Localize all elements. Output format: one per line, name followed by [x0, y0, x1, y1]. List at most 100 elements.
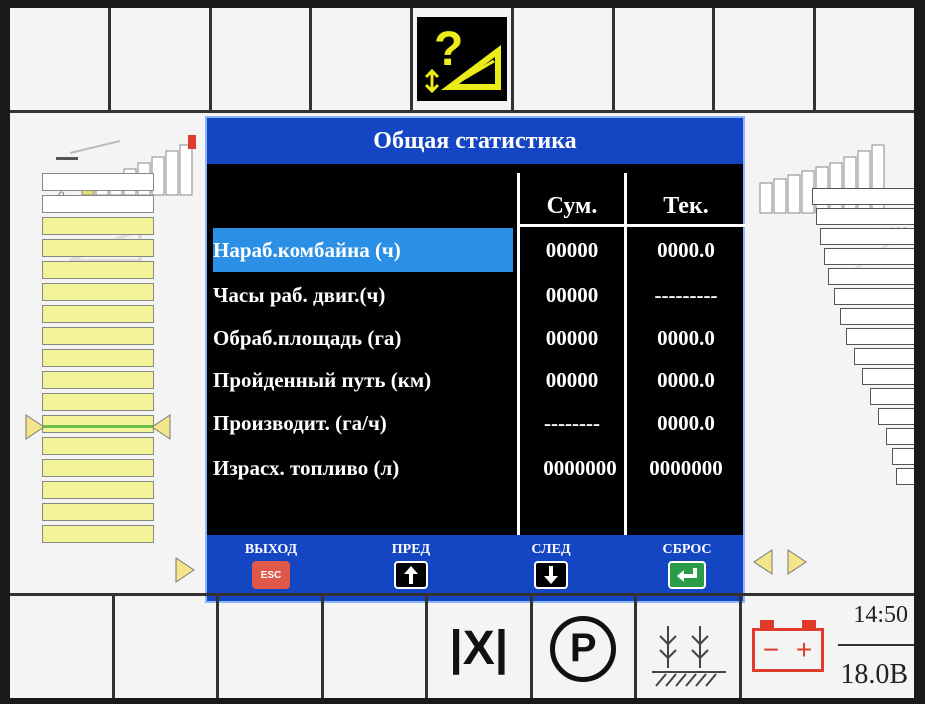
gauge-segment	[878, 408, 914, 425]
reset-button[interactable]: СБРОС	[647, 541, 727, 589]
parking-symbol: P	[569, 626, 597, 670]
stat-sum-value: 00000	[545, 325, 599, 350]
right-marker-right-icon	[787, 549, 807, 575]
stat-label: Нараб.комбайна (ч)	[213, 228, 513, 272]
stat-sum-value: 0000000	[543, 455, 617, 480]
prev-button[interactable]: ПРЕД	[371, 541, 451, 589]
stat-row[interactable]: Часы раб. двиг.(ч) 00000 ---------	[207, 273, 747, 317]
stat-sum-value: --------	[544, 410, 600, 435]
gauge-segment	[42, 305, 154, 323]
top-slot-2	[111, 8, 212, 110]
neutral-gear-symbol: |X|	[449, 622, 509, 675]
battery-minus: −	[762, 634, 780, 665]
gauge-segment	[896, 468, 914, 485]
gauge-segment	[42, 261, 154, 279]
gauge-segment	[834, 288, 914, 305]
enter-key-icon	[668, 561, 706, 589]
gauge-segment	[42, 525, 154, 543]
bottom-slot-2	[115, 596, 219, 698]
gauge-segment	[42, 195, 154, 213]
next-button[interactable]: СЛЕД	[511, 541, 591, 589]
stat-row[interactable]: Производит. (га/ч) -------- 0000.0	[207, 401, 747, 445]
bottom-slot-1	[10, 596, 115, 698]
gauge-segment	[42, 393, 154, 411]
bottom-status-strip: |X| P − + 14:50 18.0В	[10, 593, 914, 698]
gauge-segment	[892, 448, 914, 465]
stat-label: Обраб.площадь (га)	[213, 325, 402, 350]
exit-button[interactable]: ВЫХОД ESC	[231, 541, 311, 589]
gauge-segment	[828, 268, 914, 285]
gauge-segment	[870, 388, 914, 405]
stat-row[interactable]: Обраб.площадь (га) 00000 0000.0	[207, 316, 747, 360]
gauge-segment	[42, 437, 154, 455]
top-slot-warning: ?	[413, 8, 514, 110]
left-level-gauge	[42, 173, 154, 547]
stat-label: Производит. (га/ч)	[213, 410, 387, 435]
top-slot-8	[715, 8, 817, 110]
gauge-segment	[42, 481, 154, 499]
gauge-segment	[862, 368, 914, 385]
left-marker-right-icon	[25, 414, 45, 440]
stat-current-value: 0000.0	[657, 237, 715, 262]
crop-field-icon	[637, 596, 742, 698]
gauge-segment	[816, 208, 914, 225]
gauge-segment	[42, 503, 154, 521]
top-indicator-strip: ?	[10, 8, 914, 113]
column-header-sum: Сум.	[546, 192, 598, 219]
stat-current-value: 0000.0	[657, 325, 715, 350]
stat-sum-value: 00000	[545, 367, 599, 392]
stat-current-value: 0000000	[649, 455, 723, 480]
left-bottom-marker-icon	[175, 557, 195, 583]
top-slot-6	[514, 8, 615, 110]
gauge-segment	[42, 371, 154, 389]
arrow-up-icon	[394, 561, 428, 589]
battery-voltage: 18.0В	[840, 659, 909, 690]
stat-current-value: 0000.0	[657, 367, 715, 392]
gauge-segment	[840, 308, 914, 325]
gauge-segment	[42, 327, 154, 345]
display-screen: ? 0	[10, 8, 914, 698]
stat-row[interactable]: Израсх. топливо (л) 0000000 0000000	[207, 446, 747, 490]
top-slot-7	[615, 8, 716, 110]
gauge-segment	[824, 248, 914, 265]
top-slot-1	[10, 8, 111, 110]
stat-row[interactable]: Нараб.комбайна (ч) 00000 0000.0	[207, 228, 747, 272]
column-header-current: Тек.	[663, 192, 709, 219]
gauge-segment	[42, 349, 154, 367]
top-slot-3	[212, 8, 313, 110]
right-marker-left-icon	[753, 549, 773, 575]
help-warning-icon: ?	[417, 17, 508, 101]
gauge-segment	[854, 348, 914, 365]
gauge-segment	[42, 173, 154, 191]
stat-sum-value: 00000	[545, 282, 599, 307]
stat-sum-value: 00000	[545, 237, 599, 262]
prev-button-label: ПРЕД	[391, 542, 431, 557]
stat-label: Израсх. топливо (л)	[213, 455, 400, 480]
clock-time: 14:50	[853, 602, 909, 628]
parking-brake-icon: P	[533, 596, 637, 698]
top-slot-4	[312, 8, 414, 110]
reset-button-label: СБРОС	[662, 542, 712, 557]
neutral-gear-icon: |X|	[428, 596, 533, 698]
esc-key-icon: ESC	[252, 561, 290, 589]
top-slot-9	[816, 8, 914, 110]
gauge-segment	[846, 328, 914, 345]
bottom-slot-4	[324, 596, 428, 698]
gauge-segment	[42, 283, 154, 301]
arrow-down-icon	[534, 561, 568, 589]
left-marker-left-icon	[151, 414, 171, 440]
stat-row[interactable]: Пройденный путь (км) 00000 0000.0	[207, 358, 747, 402]
clock-divider	[837, 644, 914, 646]
gauge-segment	[886, 428, 914, 445]
gauge-segment	[820, 228, 914, 245]
next-button-label: СЛЕД	[531, 542, 571, 557]
right-level-gauge	[806, 188, 914, 488]
stat-current-value: ---------	[654, 282, 718, 307]
gauge-segment	[42, 239, 154, 257]
left-gauge-green-line	[42, 425, 154, 428]
battery-clock-panel: − + 14:50 18.0В	[742, 596, 914, 698]
dialog-footer: ВЫХОД ESC ПРЕД СЛЕД СБРОС	[207, 535, 743, 601]
stat-current-value: 0000.0	[657, 410, 715, 435]
gauge-segment	[42, 217, 154, 235]
stat-label: Пройденный путь (км)	[213, 367, 432, 392]
